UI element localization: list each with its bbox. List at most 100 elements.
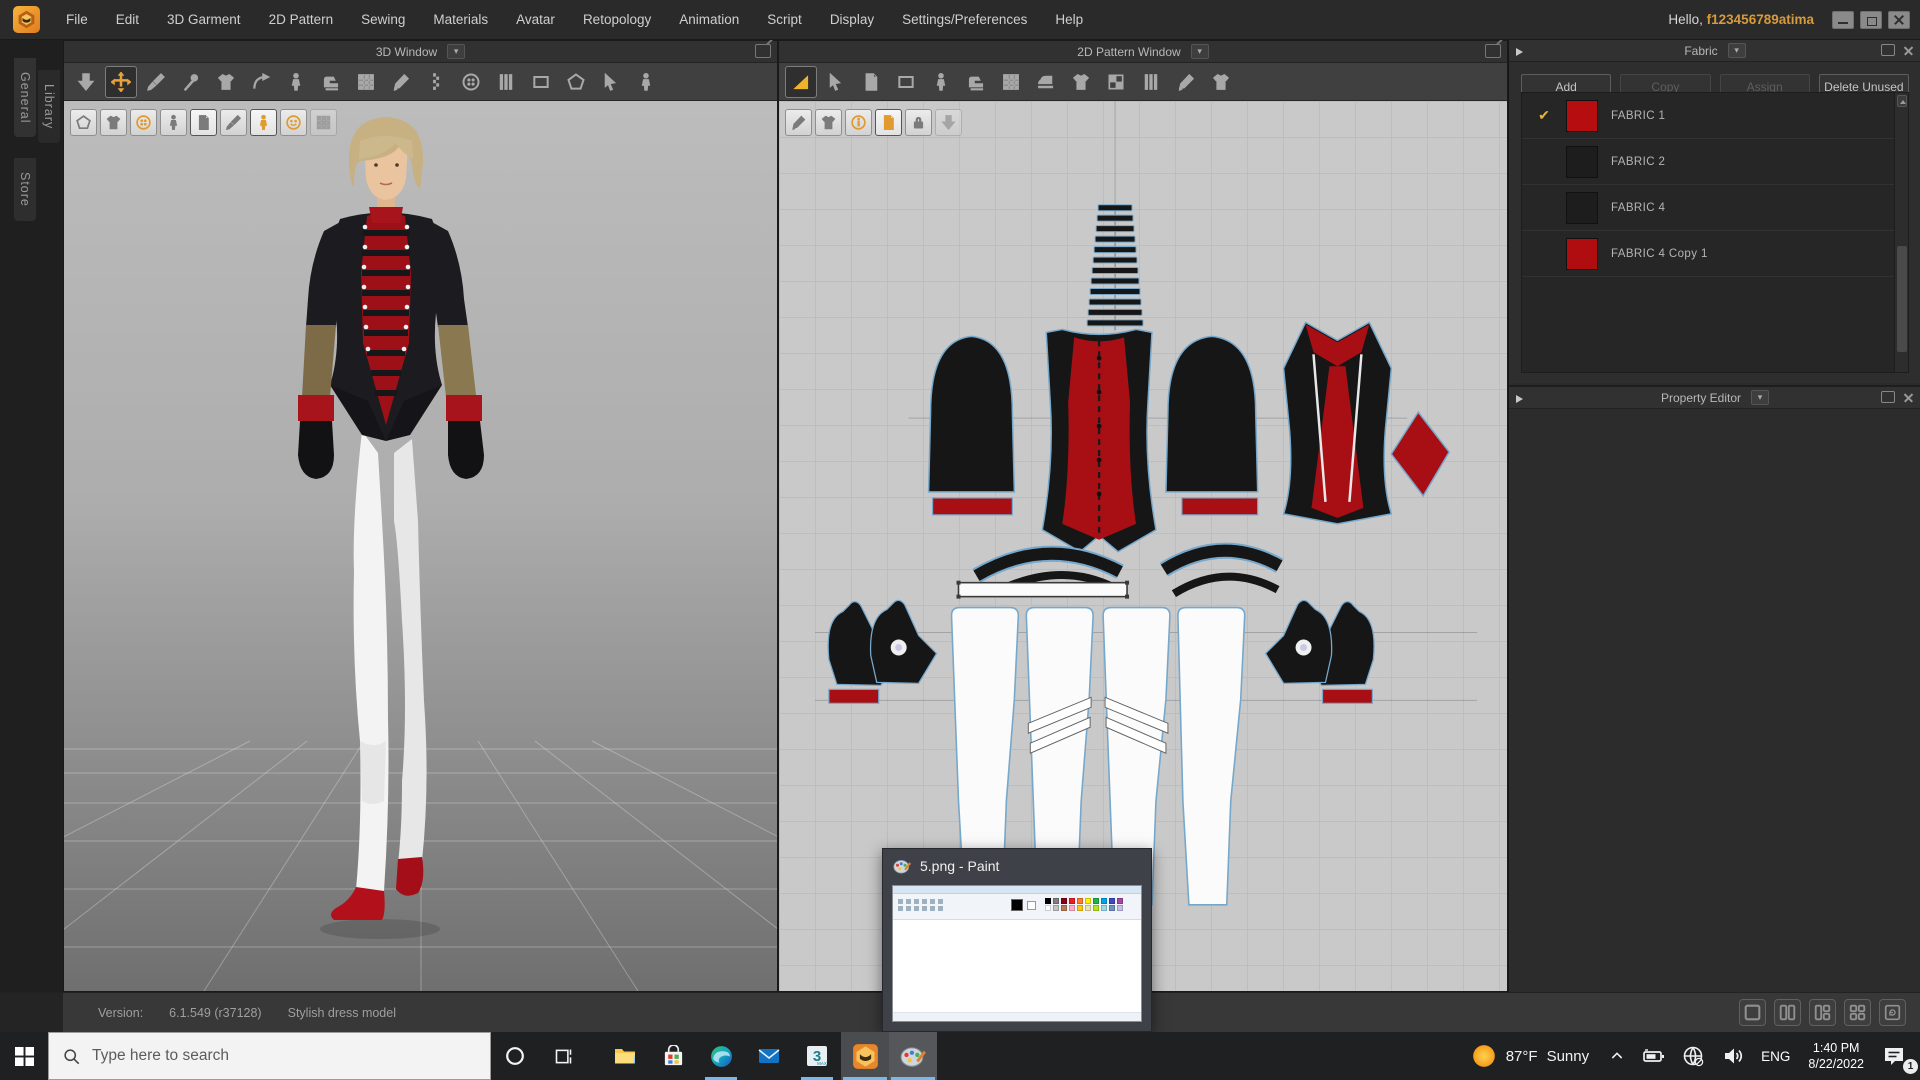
fabric-swatch[interactable] (1566, 237, 1598, 270)
show-pattern-toggle[interactable] (190, 109, 217, 136)
fabric-swatch[interactable] (1566, 191, 1598, 224)
3dsmax-button[interactable]: 3 MAX (793, 1032, 841, 1080)
fabric-list-item[interactable]: FABRIC 2 (1522, 139, 1908, 185)
show-face-toggle[interactable] (280, 109, 307, 136)
transform-pattern-tool[interactable] (785, 65, 817, 98)
show-pattern-fill-toggle[interactable] (875, 109, 902, 136)
show-grid-toggle[interactable] (310, 109, 337, 136)
property-close-icon[interactable] (1902, 391, 1915, 404)
lock-pattern-toggle[interactable] (905, 109, 932, 136)
segment-sewing-2d-tool[interactable] (960, 66, 992, 98)
menu-avatar[interactable]: Avatar (502, 0, 569, 40)
restore-icon[interactable] (1860, 10, 1882, 29)
2d-window-dropdown-icon[interactable]: ▾ (1190, 44, 1209, 59)
fabric-list-item[interactable]: FABRIC 4 (1522, 185, 1908, 231)
pleats-tool[interactable] (1135, 66, 1167, 98)
menu-script[interactable]: Script (753, 0, 816, 40)
minimize-icon[interactable] (1832, 10, 1854, 29)
mail-button[interactable] (745, 1032, 793, 1080)
app-logo-icon[interactable] (13, 6, 40, 33)
fabric-list-item[interactable]: FABRIC 4 Copy 1 (1522, 231, 1908, 277)
layout-reset-button[interactable] (1879, 999, 1906, 1026)
edit-pattern-tool[interactable] (820, 66, 852, 98)
fold-arrangement-tool[interactable] (210, 66, 242, 98)
internal-polygon-tool[interactable] (995, 66, 1027, 98)
sidebar-tab-library[interactable]: Library (38, 70, 60, 144)
taskbar-search[interactable] (48, 1032, 491, 1080)
2d-window-popout-icon[interactable] (1485, 44, 1501, 58)
menu-3d-garment[interactable]: 3D Garment (153, 0, 255, 40)
3d-window-dropdown-icon[interactable]: ▾ (447, 44, 466, 59)
button-tool[interactable] (455, 66, 487, 98)
show-garment-tool[interactable] (1065, 66, 1097, 98)
marvelous-designer-button[interactable] (841, 1032, 889, 1080)
trace-tool[interactable] (1170, 66, 1202, 98)
layout-single-button[interactable] (1739, 999, 1766, 1026)
property-collapse-icon[interactable] (1513, 391, 1527, 405)
show-garment-toggle[interactable] (100, 109, 127, 136)
sewing-modify-tool[interactable] (385, 66, 417, 98)
edge-browser-button[interactable] (697, 1032, 745, 1080)
menu-help[interactable]: Help (1041, 0, 1097, 40)
scroll-up-icon[interactable] (1897, 95, 1907, 107)
fabric-list-item[interactable]: ✔ FABRIC 1 (1522, 93, 1908, 139)
edit-texture-tool[interactable] (1100, 66, 1132, 98)
convert-garment-tool[interactable] (1205, 66, 1237, 98)
fabric-swatch[interactable] (1566, 145, 1598, 178)
fabric-collapse-icon[interactable] (1513, 44, 1527, 58)
fabric-swatch[interactable] (1566, 99, 1598, 132)
select-move-tool[interactable] (105, 65, 137, 98)
pin-tool[interactable] (175, 66, 207, 98)
segment-sewing-tool[interactable] (315, 66, 347, 98)
show-stroke-toggle[interactable] (785, 109, 812, 136)
show-mesh-toggle[interactable] (70, 109, 97, 136)
layout-quad-button[interactable] (1844, 999, 1871, 1026)
3d-viewport[interactable] (64, 101, 777, 991)
grading-toggle[interactable] (935, 109, 962, 136)
create-rectangle-tool[interactable] (890, 66, 922, 98)
volume-icon[interactable] (1713, 1032, 1753, 1080)
create-polygon-tool[interactable] (855, 66, 887, 98)
username[interactable]: f123456789atima (1707, 12, 1814, 27)
simulate-tool[interactable] (70, 66, 102, 98)
microsoft-store-button[interactable] (649, 1032, 697, 1080)
paint-mesh-tool[interactable] (140, 66, 172, 98)
close-icon[interactable] (1888, 10, 1910, 29)
avatar-editor-tool[interactable] (280, 66, 312, 98)
sidebar-tab-general[interactable]: General (14, 58, 36, 138)
language-indicator[interactable]: ENG (1753, 1032, 1798, 1080)
free-sewing-tool[interactable] (350, 66, 382, 98)
sidebar-tab-store[interactable]: Store (14, 158, 36, 221)
pin-box-tool[interactable] (560, 66, 592, 98)
cortana-button[interactable] (491, 1032, 539, 1080)
menu-animation[interactable]: Animation (665, 0, 753, 40)
arrangement-points-tool[interactable] (245, 66, 277, 98)
menu-settings-preferences[interactable]: Settings/Preferences (888, 0, 1041, 40)
layout-one-two-button[interactable] (1809, 999, 1836, 1026)
menu-sewing[interactable]: Sewing (347, 0, 419, 40)
show-info-toggle[interactable] (845, 109, 872, 136)
menu-2d-pattern[interactable]: 2D Pattern (255, 0, 348, 40)
clone-pattern-tool[interactable] (925, 66, 957, 98)
layout-two-pane-button[interactable] (1774, 999, 1801, 1026)
steam-iron-tool[interactable] (1030, 66, 1062, 98)
tray-overflow-button[interactable] (1601, 1032, 1633, 1080)
fabric-popout-icon[interactable] (1881, 44, 1895, 56)
paint-preview-popup[interactable]: 5.png - Paint (882, 848, 1152, 1032)
measure-tool[interactable] (595, 66, 627, 98)
show-avatar-toggle[interactable] (160, 109, 187, 136)
paint-taskbar-button[interactable] (889, 1032, 937, 1080)
fabric-dropdown-icon[interactable]: ▾ (1727, 43, 1746, 58)
search-input[interactable] (92, 1047, 432, 1065)
menu-materials[interactable]: Materials (419, 0, 502, 40)
fabric-scrollbar[interactable] (1894, 93, 1908, 372)
show-avatar-skin-toggle[interactable] (250, 109, 277, 136)
show-pins-toggle[interactable] (130, 109, 157, 136)
scroll-thumb[interactable] (1897, 246, 1907, 353)
fabric-close-icon[interactable] (1902, 44, 1915, 57)
menu-display[interactable]: Display (816, 0, 888, 40)
walk-avatar-tool[interactable] (630, 66, 662, 98)
3d-window-popout-icon[interactable] (755, 44, 771, 58)
paint-thumbnail[interactable] (892, 885, 1142, 1022)
task-view-button[interactable] (539, 1032, 587, 1080)
